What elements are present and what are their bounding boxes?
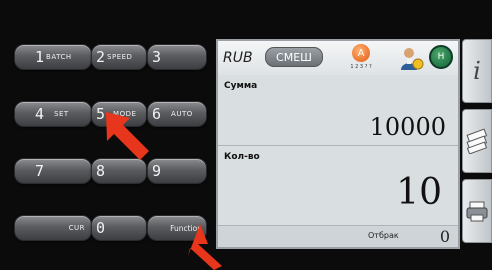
key-4-set[interactable]: 4 SET [14, 101, 92, 127]
key-digit: 0 [96, 218, 106, 237]
auto-indicator[interactable]: A 1 2 3 ? ? [348, 44, 374, 72]
reject-bar: Отбрак 0 [218, 225, 458, 247]
key-label: SPEED [107, 53, 133, 61]
key-1-batch[interactable]: 1 BATCH [14, 44, 92, 70]
key-digit: 4 [35, 104, 45, 123]
key-digit: 7 [35, 161, 45, 180]
auto-icon: A [352, 44, 370, 62]
key-label: CUR [68, 224, 85, 232]
amount-label: Сумма [224, 81, 258, 91]
key-digit: 2 [96, 47, 106, 66]
auto-sub-label: 1 2 3 ? ? [350, 64, 372, 70]
key-label: AUTO [171, 110, 193, 118]
status-bar: RUB СМЕШ A 1 2 3 ? ? H [218, 41, 458, 76]
h-indicator-icon[interactable]: H [429, 45, 453, 69]
printer-button[interactable] [462, 179, 492, 243]
key-7[interactable]: 7 [14, 158, 92, 184]
amount-panel: Сумма 10000 [218, 75, 458, 146]
key-cur[interactable]: CUR [14, 215, 92, 241]
key-2-speed[interactable]: 2 SPEED [91, 44, 147, 70]
side-panel: i [462, 39, 492, 249]
key-digit: 3 [152, 47, 162, 66]
banknotes-button[interactable] [462, 109, 492, 173]
banknotes-icon [466, 128, 488, 154]
amount-value: 10000 [369, 113, 446, 141]
count-value: 10 [396, 172, 442, 213]
count-panel: Кол-во 10 [218, 146, 458, 226]
annotation-arrow-mode [106, 112, 149, 160]
key-3[interactable]: 3 [147, 44, 207, 70]
mode-button[interactable]: СМЕШ [265, 47, 323, 67]
printer-icon [466, 201, 488, 222]
key-label: BATCH [46, 53, 72, 61]
reject-label: Отбрак [368, 231, 399, 240]
key-digit: 1 [35, 47, 45, 66]
info-icon: i [473, 57, 481, 85]
operator-icon[interactable] [398, 45, 424, 71]
currency-label: RUB [223, 50, 253, 66]
info-button[interactable]: i [462, 39, 492, 103]
key-0[interactable]: 0 [91, 215, 147, 241]
display-screen: RUB СМЕШ A 1 2 3 ? ? H Сумма 10000 Кол-в… [216, 39, 460, 249]
reject-value: 0 [439, 227, 450, 246]
key-label: SET [54, 110, 69, 118]
count-label: Кол-во [224, 152, 260, 162]
